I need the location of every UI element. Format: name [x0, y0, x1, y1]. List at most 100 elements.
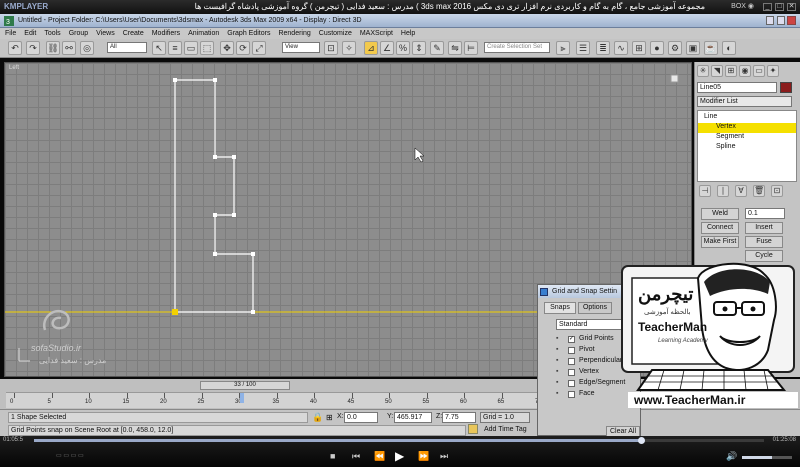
z-coordinate-field[interactable]: 7.75	[442, 412, 476, 423]
layers-icon[interactable]: ≣	[596, 41, 610, 55]
x-coordinate-field[interactable]: 0.0	[344, 412, 378, 423]
play-icon[interactable]: ▶	[395, 449, 404, 463]
quick-render-icon[interactable]: ☕	[704, 41, 718, 55]
max-close-icon[interactable]	[787, 16, 796, 25]
make-unique-icon[interactable]: ∀	[735, 185, 747, 197]
seek-handle[interactable]	[638, 437, 645, 444]
menu-graph-editors[interactable]: Graph Editors	[227, 30, 270, 37]
window-crossing-icon[interactable]: ⬚	[200, 41, 214, 55]
rendered-frame-icon[interactable]: ▣	[686, 41, 700, 55]
snap-checkbox[interactable]	[568, 347, 575, 354]
menu-modifiers[interactable]: Modifiers	[152, 30, 180, 37]
weld-threshold-field[interactable]: 0.1	[745, 208, 785, 219]
weld-button[interactable]: Weld	[701, 208, 739, 220]
display-tab-icon[interactable]: ▭	[753, 65, 765, 77]
spinner-snap-icon[interactable]: ⇕	[412, 41, 426, 55]
named-selection-icon[interactable]: ✎	[430, 41, 444, 55]
add-time-tag-button[interactable]: Add Time Tag	[484, 426, 527, 433]
max-minimize-icon[interactable]	[766, 16, 774, 25]
percent-snap-icon[interactable]: %	[396, 41, 410, 55]
rewind-icon[interactable]: ⏪	[374, 451, 385, 462]
fuse-button[interactable]: Fuse	[745, 236, 783, 248]
configure-sets-icon[interactable]: ⊡	[771, 185, 783, 197]
redo-icon[interactable]: ↷	[26, 41, 40, 55]
menu-rendering[interactable]: Rendering	[278, 30, 310, 37]
modifier-list-dropdown[interactable]: Modifier List	[697, 96, 792, 107]
pin-stack-icon[interactable]: ⊣	[699, 185, 711, 197]
show-end-result-icon[interactable]: ∣	[717, 185, 729, 197]
modify-tab-icon[interactable]: ◥	[711, 65, 723, 77]
angle-snap-icon[interactable]: ∠	[380, 41, 394, 55]
time-tag-icon[interactable]	[468, 424, 478, 434]
connect-button[interactable]: Connect	[701, 222, 739, 234]
stack-item-spline[interactable]: Spline	[716, 143, 735, 150]
motion-tab-icon[interactable]: ◉	[739, 65, 751, 77]
menu-customize[interactable]: Customize	[319, 30, 352, 37]
object-name-field[interactable]: Line05	[697, 82, 777, 93]
select-object-icon[interactable]: ↖	[152, 41, 166, 55]
undo-icon[interactable]: ↶	[8, 41, 22, 55]
hierarchy-tab-icon[interactable]: ⊞	[725, 65, 737, 77]
reference-coordinate-dropdown[interactable]: View	[282, 42, 320, 53]
remove-modifier-icon[interactable]: 🗑	[753, 185, 765, 197]
stop-icon[interactable]: ■	[330, 451, 335, 461]
viewcube-icon[interactable]	[670, 74, 679, 83]
select-and-move-icon[interactable]: ✥	[220, 41, 234, 55]
menu-tools[interactable]: Tools	[44, 30, 60, 37]
menu-edit[interactable]: Edit	[24, 30, 36, 37]
close-button[interactable]: ✕	[787, 3, 796, 11]
object-color-swatch[interactable]	[780, 82, 792, 93]
player-menu-icons[interactable]: ▭ ▭ ▭ ▭	[56, 452, 84, 459]
selection-filter-dropdown[interactable]: All	[107, 42, 147, 53]
time-slider[interactable]: 33 / 100	[200, 381, 290, 390]
menu-views[interactable]: Views	[96, 30, 115, 37]
insert-button[interactable]: Insert	[745, 222, 783, 234]
bind-space-warp-icon[interactable]: ◎	[80, 41, 94, 55]
snap-checkbox[interactable]	[568, 358, 575, 365]
material-editor-icon[interactable]: ●	[650, 41, 664, 55]
mirror-icon[interactable]: ⇋	[448, 41, 462, 55]
volume-slider[interactable]	[742, 456, 792, 459]
rectangular-selection-icon[interactable]: ▭	[184, 41, 198, 55]
line05-spline[interactable]	[174, 79, 254, 313]
current-frame-marker[interactable]	[240, 393, 244, 403]
schematic-view-icon[interactable]: ⊞	[632, 41, 646, 55]
first-vertex-marker[interactable]	[172, 309, 178, 315]
snap-checkbox[interactable]	[568, 380, 575, 387]
volume-icon[interactable]: 🔊	[726, 451, 737, 462]
seek-bar[interactable]	[34, 437, 764, 444]
menu-help[interactable]: Help	[401, 30, 415, 37]
stack-item-vertex[interactable]: Vertex	[716, 123, 736, 130]
menu-maxscript[interactable]: MAXScript	[360, 30, 393, 37]
mirror-tool-icon[interactable]: ⫸	[556, 41, 570, 55]
menu-animation[interactable]: Animation	[188, 30, 219, 37]
select-and-rotate-icon[interactable]: ⟳	[236, 41, 250, 55]
transform-mode-icon[interactable]: ⊞	[326, 413, 333, 422]
curve-editor-icon[interactable]: ∿	[614, 41, 628, 55]
select-manipulate-icon[interactable]: ✧	[342, 41, 356, 55]
layer-manager-icon[interactable]: ☰	[576, 41, 590, 55]
make-first-button[interactable]: Make First	[701, 236, 739, 248]
stack-item-segment[interactable]: Segment	[716, 133, 744, 140]
menu-group[interactable]: Group	[69, 30, 88, 37]
y-coordinate-field[interactable]: 465.917	[394, 412, 432, 423]
pivot-center-icon[interactable]: ⊡	[324, 41, 338, 55]
utilities-tab-icon[interactable]: ✦	[767, 65, 779, 77]
render-production-icon[interactable]: ◐	[722, 41, 736, 55]
create-tab-icon[interactable]: ✳	[697, 65, 709, 77]
menu-create[interactable]: Create	[123, 30, 144, 37]
minimize-button[interactable]: _	[763, 3, 772, 11]
next-icon[interactable]: ⏭	[440, 451, 448, 462]
maximize-button[interactable]: □	[775, 3, 784, 11]
snap-checkbox[interactable]	[568, 369, 575, 376]
box-button[interactable]: BOX ◉	[731, 0, 754, 14]
menu-file[interactable]: File	[5, 30, 16, 37]
tab-snaps[interactable]: Snaps	[544, 302, 576, 314]
stack-item-line[interactable]: Line	[704, 113, 717, 120]
selection-set-dropdown[interactable]: Create Selection Set	[484, 42, 550, 53]
previous-icon[interactable]: ⏮	[352, 451, 360, 462]
align-icon[interactable]: ⊨	[464, 41, 478, 55]
select-and-scale-icon[interactable]: ⤢	[252, 41, 266, 55]
snap-toggle-icon[interactable]: ⊿	[364, 41, 378, 55]
select-by-name-icon[interactable]: ≡	[168, 41, 182, 55]
